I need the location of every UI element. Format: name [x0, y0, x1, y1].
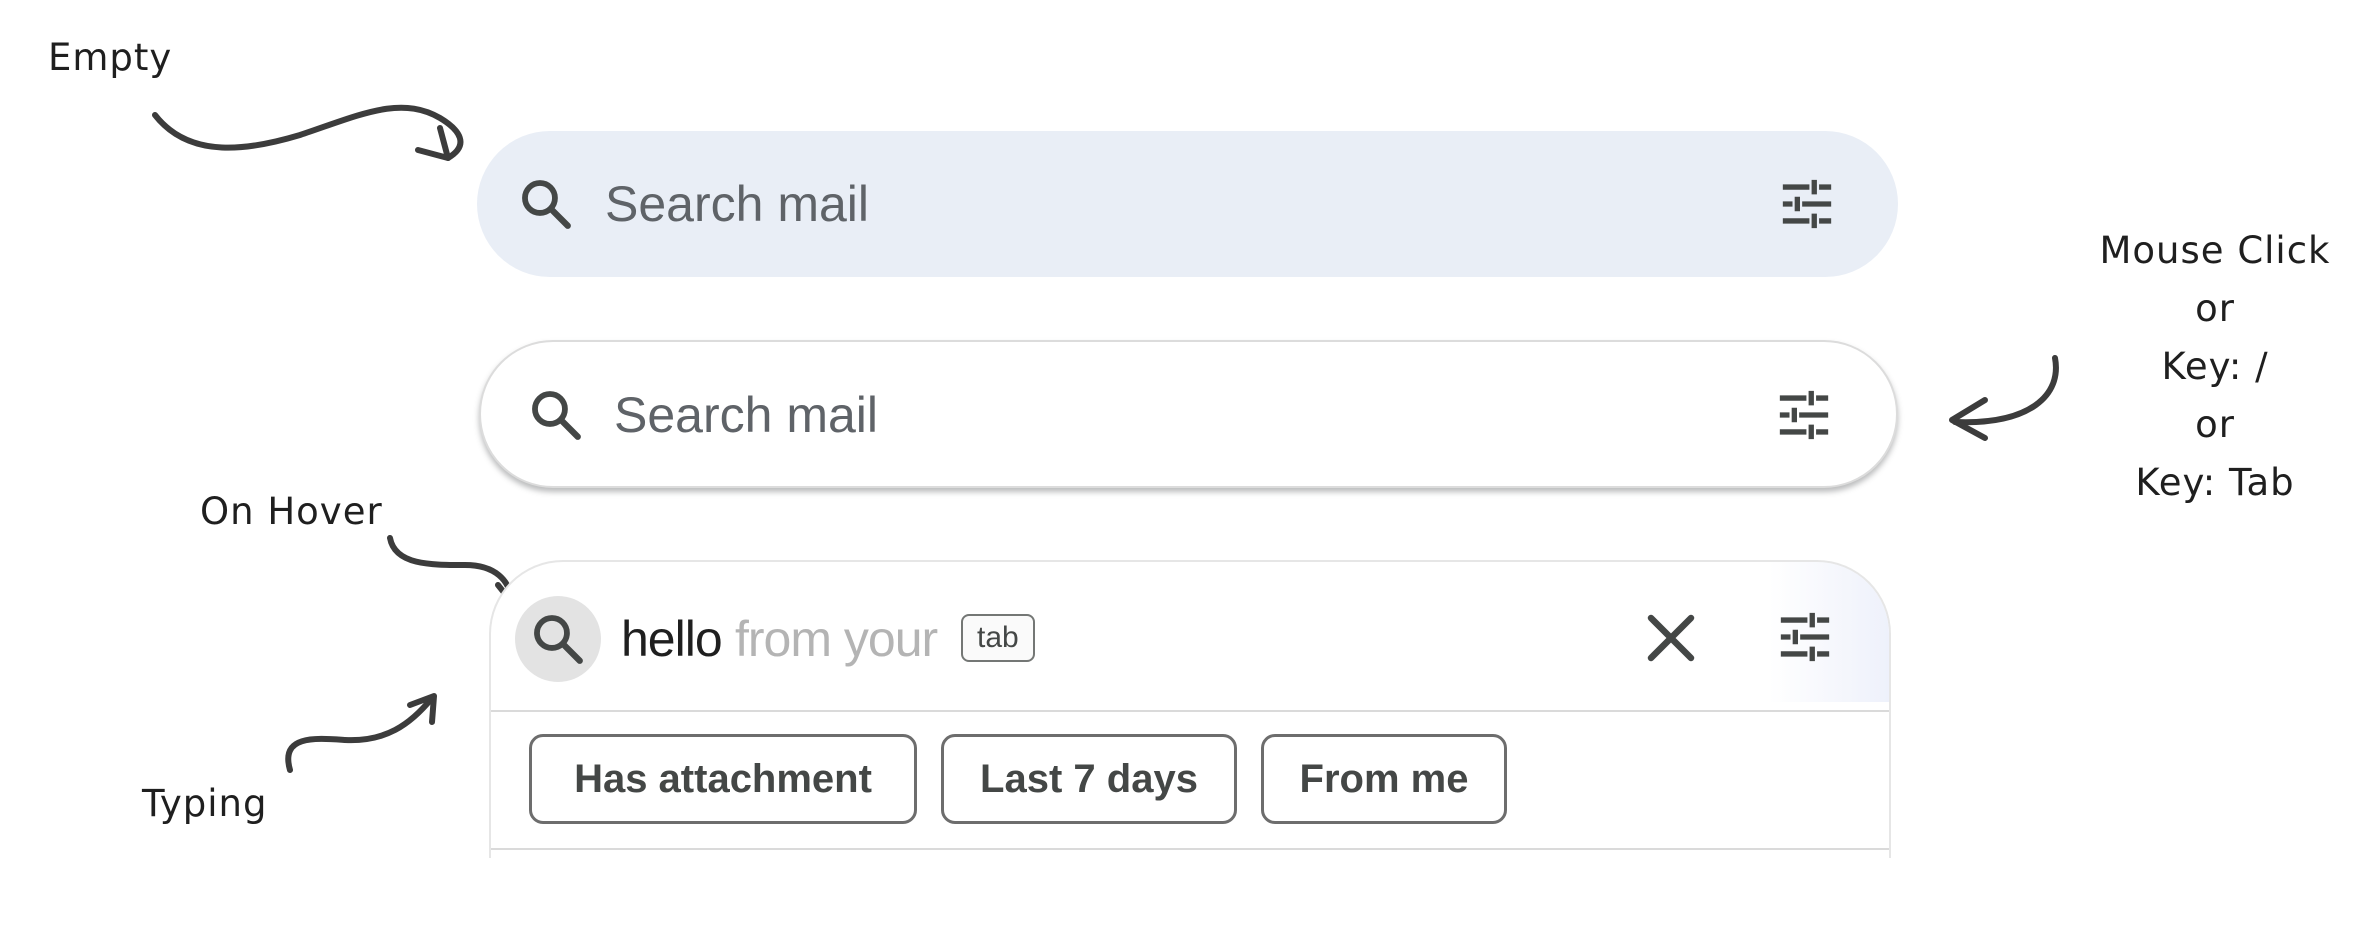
search-placeholder[interactable]: Search mail	[605, 175, 869, 233]
typed-query[interactable]: hello	[621, 610, 723, 668]
tab-key-hint: tab	[961, 614, 1035, 662]
search-icon[interactable]	[527, 386, 585, 444]
arrow-empty-head	[415, 125, 451, 161]
chip-last-7-days[interactable]: Last 7 days	[941, 734, 1237, 824]
chip-has-attachment[interactable]: Has attachment	[529, 734, 917, 824]
search-icon[interactable]	[517, 175, 575, 233]
tune-icon[interactable]	[1777, 175, 1837, 233]
arrow-hover	[387, 535, 515, 605]
divider	[491, 848, 1889, 850]
search-icon[interactable]	[529, 610, 587, 668]
search-bar-focused[interactable]: Search mail	[479, 340, 1898, 488]
search-placeholder[interactable]: Search mail	[614, 386, 878, 444]
tune-icon[interactable]	[1774, 386, 1834, 444]
search-bar-empty[interactable]: Search mail	[477, 131, 1898, 277]
arrow-empty	[152, 104, 464, 161]
arrow-activation	[1952, 355, 2059, 426]
search-icon-hover-state[interactable]	[515, 596, 601, 682]
arrow-typing	[285, 695, 435, 773]
tune-icon[interactable]	[1775, 608, 1835, 666]
close-icon[interactable]	[1641, 608, 1701, 668]
chip-from-me[interactable]: From me	[1261, 734, 1507, 824]
search-bar-typing[interactable]: hello from your tab Has attachment Last …	[489, 560, 1891, 858]
divider	[491, 710, 1889, 712]
autocomplete-suggestion: from your	[735, 611, 938, 667]
